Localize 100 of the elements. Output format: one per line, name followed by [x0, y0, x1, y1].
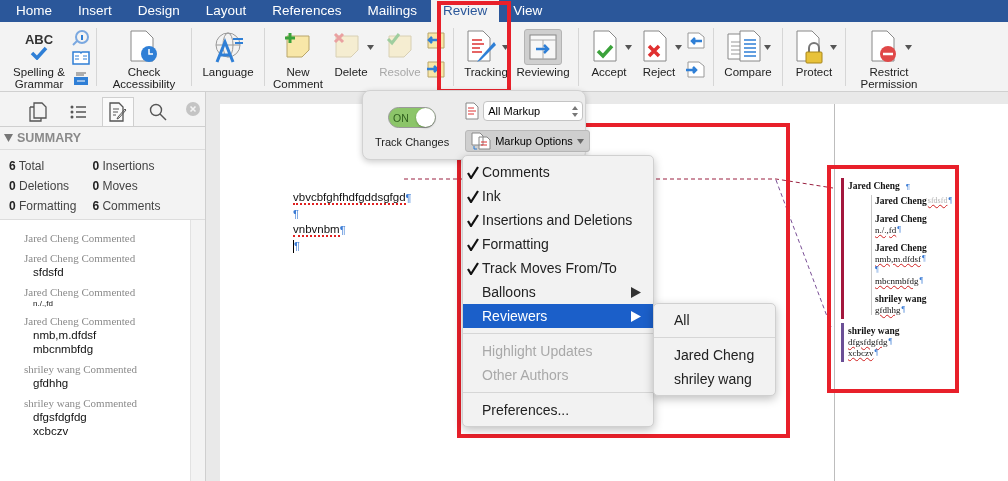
ribbon-button[interactable]: Check Accessibility: [103, 28, 185, 90]
comment-author: shriley wang: [875, 294, 927, 304]
paragraph-text: vbvcbfghfhdfgddsgfgd: [293, 191, 406, 205]
menu-item[interactable]: shriley wang: [654, 367, 775, 391]
markup-options-button[interactable]: Markup Options: [465, 130, 590, 152]
ribbon-tab[interactable]: Mailings: [355, 0, 429, 22]
ribbon-button[interactable]: Restrict Permission: [852, 28, 926, 90]
menu-item[interactable]: Ink: [463, 184, 653, 208]
menu-item[interactable]: Balloons: [463, 280, 653, 304]
comment-text: xcbczv: [33, 425, 70, 438]
ribbon-tab[interactable]: Design: [125, 0, 192, 22]
menu-item: Highlight Updates: [481, 342, 594, 361]
comment-text: n./.,fd: [875, 224, 897, 235]
search-icon: [149, 103, 167, 121]
abc-text: ABC: [24, 32, 54, 46]
comment-text: gfdhhg: [875, 304, 901, 315]
ribbon-button[interactable]: ABC Spelling & Grammar: [8, 28, 70, 90]
checkmark-icon: [467, 165, 479, 179]
document-clock-icon: [129, 30, 159, 64]
list-icon: [69, 104, 87, 120]
pilcrow-mark: ¶: [293, 208, 299, 220]
info-search-icon[interactable]: [72, 30, 90, 46]
ribbon-button[interactable]: Language: [198, 28, 258, 78]
checkmark-icon: [28, 45, 50, 60]
ribbon-button[interactable]: Tracking: [460, 28, 512, 78]
comment-text: sfdsfd: [33, 266, 65, 279]
ribbon-button[interactable]: Protect: [789, 28, 839, 78]
count-label: 0 Formatting: [9, 199, 77, 213]
compare-documents-icon: [726, 30, 762, 64]
comment-text: xcbczv: [848, 347, 874, 358]
comment-author: Jared Cheng: [875, 214, 927, 224]
checkmark-icon: [467, 213, 479, 227]
ribbon-button[interactable]: Delete: [327, 28, 375, 78]
menu-item[interactable]: All: [654, 308, 775, 332]
book-icon[interactable]: [72, 51, 90, 65]
menu-item[interactable]: Comments: [463, 160, 653, 184]
comment-text: gfdhhg: [33, 377, 70, 390]
menu-item[interactable]: Preferences...: [463, 398, 653, 422]
caret-icon: [576, 138, 584, 144]
paragraph-text: vnbvnbm: [293, 223, 340, 237]
count-label: 0 Insertions: [92, 159, 156, 173]
stepper-icon: [572, 105, 579, 117]
ribbon-button[interactable]: Reviewing: [514, 28, 572, 78]
ribbon-tab[interactable]: View: [501, 0, 555, 22]
reject-document-icon: [642, 30, 668, 64]
checkmark-icon: [467, 189, 479, 203]
menu-item[interactable]: Jared Cheng: [654, 343, 775, 367]
track-changes-toggle[interactable]: ON: [388, 107, 437, 128]
word-count-icon[interactable]: [73, 70, 89, 86]
comment-author: shriley wang: [848, 326, 900, 336]
comment-author: Jared Cheng: [875, 195, 927, 206]
pane-tab[interactable]: [102, 97, 134, 126]
pilcrow-mark: ¶: [905, 181, 911, 191]
comment-heading[interactable]: Jared Cheng Commented: [24, 232, 190, 244]
accept-document-icon: [592, 30, 618, 64]
pages-icon: [29, 102, 47, 122]
menu-item[interactable]: Reviewers: [463, 304, 653, 328]
ribbon-tab[interactable]: Insert: [66, 0, 124, 22]
comment-text: mbcnmbfdg: [33, 343, 95, 356]
toggle-label: Track Changes: [375, 136, 450, 148]
comment-heading[interactable]: Jared Cheng Commented: [24, 315, 190, 327]
pilcrow-mark: ¶: [948, 196, 952, 205]
ribbon-button[interactable]: New Comment: [271, 28, 325, 90]
pilcrow-mark: ¶: [922, 254, 926, 263]
ribbon-button[interactable]: Reject: [635, 28, 683, 78]
comment-author: Jared Cheng: [875, 243, 927, 253]
markup-select[interactable]: All Markup: [483, 101, 584, 121]
ribbon-button[interactable]: Accept: [585, 28, 633, 78]
menu-item[interactable]: Track Moves From/To: [463, 256, 653, 280]
pilcrow-mark: ¶: [405, 192, 412, 204]
pilcrow-mark: ¶: [339, 224, 346, 236]
document-icon: [465, 102, 480, 120]
section-heading: SUMMARY: [17, 131, 82, 145]
submenu-arrow-icon: [631, 286, 641, 298]
comment-text: mbcnmbfdg: [875, 275, 919, 286]
comment-text: n./.,fd: [33, 299, 54, 308]
submenu-arrow-icon: [631, 310, 641, 322]
comment-heading[interactable]: Jared Cheng Commented: [24, 286, 190, 298]
comment-heading[interactable]: shriley wang Commented: [24, 397, 190, 409]
ribbon-tab[interactable]: Layout: [193, 0, 259, 22]
checkmark-icon: [467, 261, 479, 275]
pencil-document-icon: [466, 30, 498, 64]
ribbon-tab[interactable]: Home: [4, 0, 64, 22]
comment-author: Jared Cheng: [848, 181, 900, 191]
comment-text: dfgsfdgfdg: [33, 411, 88, 424]
pilcrow-mark: ¶: [294, 240, 300, 252]
pilcrow-mark: ¶: [888, 337, 893, 346]
ribbon-button[interactable]: Compare: [720, 28, 776, 78]
menu-item[interactable]: Insertions and Deletions: [463, 208, 653, 232]
count-label: 0 Deletions: [9, 179, 71, 193]
ribbon-tab[interactable]: References: [260, 0, 354, 22]
pilcrow-mark: ¶: [874, 348, 879, 357]
disclosure-triangle-icon[interactable]: [4, 134, 13, 142]
menu-item[interactable]: Formatting: [463, 232, 653, 256]
comment-text: dfgsfdgfdg: [848, 336, 888, 347]
comment-heading[interactable]: Jared Cheng Commented: [24, 252, 190, 264]
comment-heading[interactable]: shriley wang Commented: [24, 363, 190, 375]
menu-item: Other Authors: [481, 366, 570, 385]
document-pencil-icon: [108, 102, 128, 122]
count-label: 6 Comments: [92, 199, 161, 213]
